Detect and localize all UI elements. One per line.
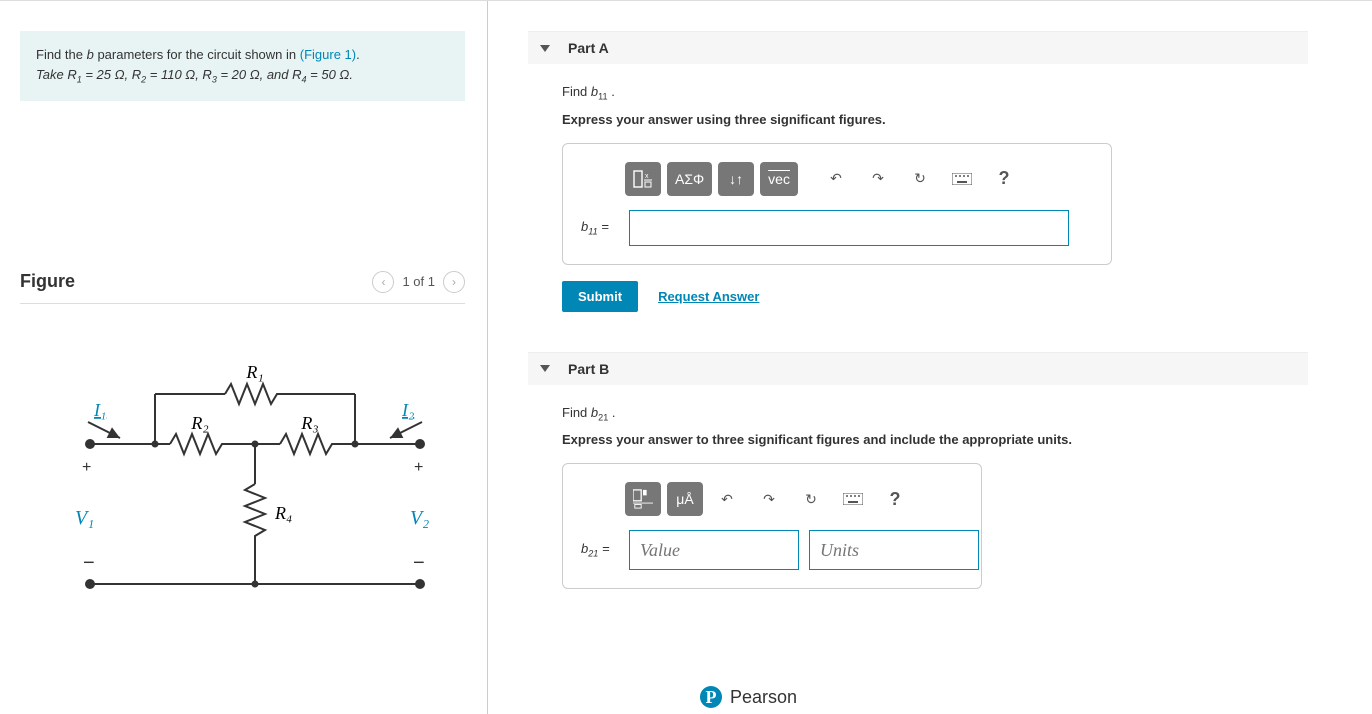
keyboard-icon[interactable] bbox=[944, 162, 980, 196]
problem-b: b bbox=[87, 47, 94, 62]
collapse-icon bbox=[540, 45, 550, 52]
plus-left: + bbox=[82, 459, 91, 476]
problem-values: Take R1 = 25 Ω, R2 = 110 Ω, R3 = 20 Ω, a… bbox=[36, 67, 353, 82]
help-button[interactable]: ? bbox=[986, 162, 1022, 196]
pearson-logo-icon: P bbox=[700, 686, 722, 708]
svg-text:x: x bbox=[645, 173, 649, 180]
circuit-diagram: R₂ R₃ R₁ R₄ I₁ I₂ + + bbox=[50, 354, 450, 614]
redo-button-b[interactable]: ↷ bbox=[751, 482, 787, 516]
help-button-b[interactable]: ? bbox=[877, 482, 913, 516]
label-i2: I₂ bbox=[401, 400, 414, 420]
part-a-answer-box: x ΑΣΦ ↓↑ vec ↶ ↷ ↻ ? bbox=[562, 143, 1112, 265]
label-r4: R₄ bbox=[274, 503, 292, 523]
label-r3: R₃ bbox=[300, 413, 318, 433]
request-answer-link[interactable]: Request Answer bbox=[658, 289, 759, 304]
minus-left: − bbox=[83, 552, 95, 574]
vec-button[interactable]: vec bbox=[760, 162, 798, 196]
part-a-find: Find b11 . bbox=[562, 84, 1304, 102]
undo-button-b[interactable]: ↶ bbox=[709, 482, 745, 516]
part-b-find: Find b21 . bbox=[562, 405, 1304, 423]
units-template-icon[interactable] bbox=[625, 482, 661, 516]
part-b-title: Part B bbox=[568, 361, 609, 377]
minus-right: − bbox=[413, 552, 425, 574]
label-i1: I₁ bbox=[93, 400, 106, 420]
part-b-answer-box: μÅ ↶ ↷ ↻ ? b21 = bbox=[562, 463, 982, 589]
collapse-icon bbox=[540, 365, 550, 372]
part-a-header[interactable]: Part A bbox=[528, 31, 1308, 64]
keyboard-icon-b[interactable] bbox=[835, 482, 871, 516]
part-b-express: Express your answer to three significant… bbox=[562, 432, 1304, 447]
label-v1: V₁ bbox=[75, 507, 94, 529]
next-figure-button[interactable]: › bbox=[443, 271, 465, 293]
reset-button-b[interactable]: ↻ bbox=[793, 482, 829, 516]
left-pane: Find the b parameters for the circuit sh… bbox=[0, 1, 488, 714]
problem-text-3: . bbox=[356, 47, 360, 62]
label-r2: R₂ bbox=[190, 413, 208, 433]
undo-button[interactable]: ↶ bbox=[818, 162, 854, 196]
reset-button[interactable]: ↻ bbox=[902, 162, 938, 196]
prev-figure-button[interactable]: ‹ bbox=[372, 271, 394, 293]
template-icon[interactable]: x bbox=[625, 162, 661, 196]
part-b: Part B Find b21 . Express your answer to… bbox=[528, 352, 1308, 590]
problem-statement: Find the b parameters for the circuit sh… bbox=[20, 31, 465, 101]
label-r1: R₁ bbox=[245, 362, 263, 382]
part-b-toolbar: μÅ ↶ ↷ ↻ ? bbox=[625, 482, 963, 516]
part-a: Part A Find b11 . Express your answer us… bbox=[528, 31, 1308, 312]
plus-right: + bbox=[414, 459, 423, 476]
part-b-value-input[interactable] bbox=[629, 530, 799, 570]
problem-text-1: Find the bbox=[36, 47, 87, 62]
figure-link[interactable]: (Figure 1) bbox=[300, 47, 356, 62]
figure-page-indicator: 1 of 1 bbox=[402, 274, 435, 289]
redo-button[interactable]: ↷ bbox=[860, 162, 896, 196]
part-b-answer-label: b21 = bbox=[581, 541, 619, 559]
figure-header: Figure ‹ 1 of 1 › bbox=[20, 271, 465, 304]
part-a-answer-input[interactable] bbox=[629, 210, 1069, 246]
label-v2: V₂ bbox=[410, 507, 429, 529]
pearson-footer: P Pearson bbox=[700, 686, 797, 708]
updown-button[interactable]: ↓↑ bbox=[718, 162, 754, 196]
figure-nav: ‹ 1 of 1 › bbox=[372, 271, 465, 293]
pearson-brand: Pearson bbox=[730, 687, 797, 708]
mu-button[interactable]: μÅ bbox=[667, 482, 703, 516]
part-a-express: Express your answer using three signific… bbox=[562, 112, 1304, 127]
submit-button[interactable]: Submit bbox=[562, 281, 638, 312]
right-pane: Part A Find b11 . Express your answer us… bbox=[488, 1, 1372, 714]
part-a-answer-label: b11 = bbox=[581, 219, 619, 237]
part-b-header[interactable]: Part B bbox=[528, 352, 1308, 385]
part-a-title: Part A bbox=[568, 40, 609, 56]
part-a-toolbar: x ΑΣΦ ↓↑ vec ↶ ↷ ↻ ? bbox=[625, 162, 1093, 196]
problem-text-2: parameters for the circuit shown in bbox=[94, 47, 300, 62]
part-b-units-input[interactable] bbox=[809, 530, 979, 570]
figure-title: Figure bbox=[20, 271, 75, 292]
greek-button[interactable]: ΑΣΦ bbox=[667, 162, 712, 196]
